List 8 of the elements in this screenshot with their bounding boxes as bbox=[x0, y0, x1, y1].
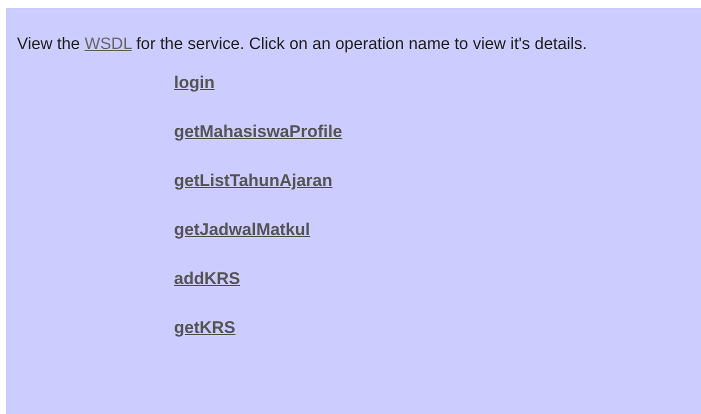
wsdl-link[interactable]: WSDL bbox=[84, 35, 132, 53]
operation-link[interactable]: getMahasiswaProfile bbox=[174, 122, 342, 141]
operation-link[interactable]: addKRS bbox=[174, 269, 240, 288]
operation-link[interactable]: login bbox=[174, 73, 215, 92]
operation-link[interactable]: getKRS bbox=[174, 318, 236, 337]
intro-text: View the WSDL for the service. Click on an operation name to view it's details. bbox=[17, 34, 588, 55]
operation-link[interactable]: getJadwalMatkul bbox=[174, 220, 310, 239]
operation-link[interactable]: getListTahunAjaran bbox=[174, 171, 332, 190]
